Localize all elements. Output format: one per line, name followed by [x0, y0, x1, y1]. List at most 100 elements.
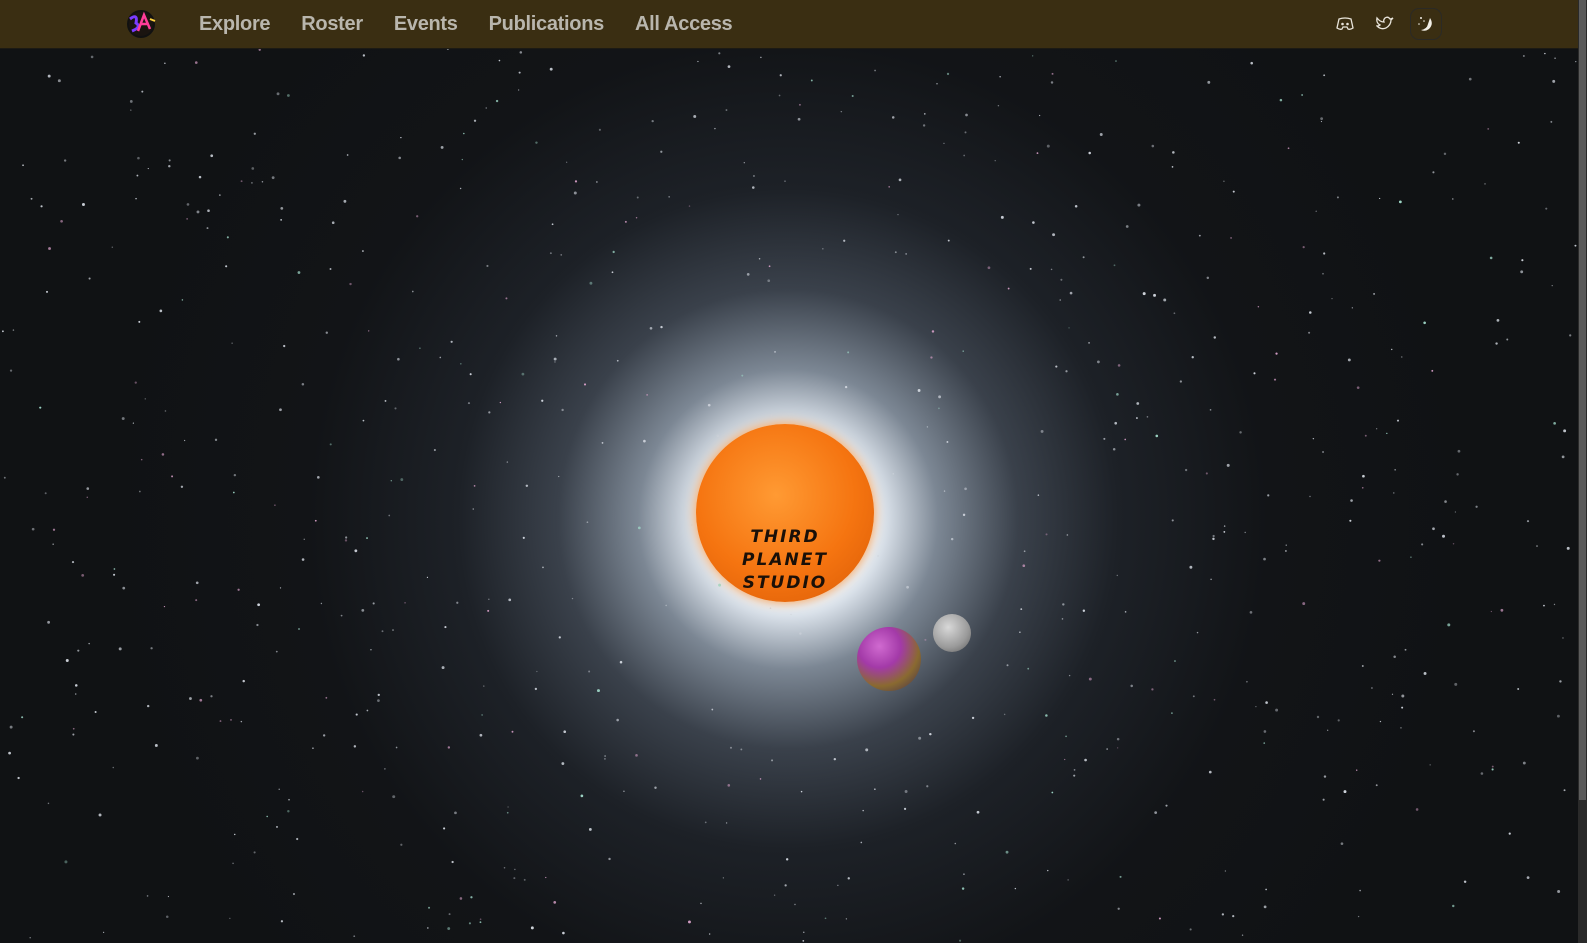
twitter-icon[interactable] — [1370, 9, 1400, 39]
star — [86, 487, 90, 490]
star — [1536, 545, 1538, 547]
star — [770, 414, 773, 417]
star — [1475, 505, 1478, 508]
star — [400, 478, 404, 481]
star — [1378, 559, 1381, 562]
star — [1088, 341, 1090, 344]
star — [1480, 772, 1484, 775]
star — [77, 649, 80, 652]
star — [1500, 608, 1504, 612]
star — [558, 636, 561, 639]
star — [130, 109, 132, 111]
star — [256, 623, 259, 627]
star — [167, 895, 170, 898]
star — [353, 935, 356, 938]
star — [150, 647, 153, 650]
star — [1429, 764, 1431, 766]
star — [331, 221, 335, 225]
star — [161, 453, 165, 456]
star — [1356, 386, 1360, 390]
star — [758, 257, 761, 260]
star — [469, 373, 472, 376]
star — [1135, 417, 1138, 419]
star — [1361, 486, 1364, 489]
nav-link-explore[interactable]: Explore — [199, 13, 271, 36]
star — [894, 251, 897, 254]
nav-link-publications[interactable]: Publications — [489, 13, 605, 36]
star — [1151, 144, 1155, 148]
planet[interactable] — [857, 627, 921, 691]
star — [473, 119, 477, 122]
star — [611, 271, 614, 274]
star — [1117, 907, 1120, 910]
star — [1309, 311, 1312, 314]
star — [518, 71, 521, 74]
nav-link-roster[interactable]: Roster — [301, 13, 363, 36]
star — [1562, 637, 1564, 639]
star — [1495, 342, 1498, 345]
star — [693, 114, 697, 118]
star — [353, 745, 357, 748]
star — [1322, 450, 1325, 453]
star — [94, 710, 97, 713]
star — [1069, 291, 1073, 295]
star — [164, 62, 166, 64]
star — [9, 725, 13, 729]
star — [651, 119, 654, 123]
star — [57, 79, 61, 83]
star — [898, 178, 902, 182]
star — [288, 798, 290, 801]
star — [1452, 543, 1455, 545]
star — [1205, 472, 1208, 475]
star — [601, 441, 604, 444]
star — [112, 766, 115, 769]
star — [1336, 196, 1339, 199]
nav-link-all-access[interactable]: All Access — [635, 13, 733, 36]
star — [964, 131, 967, 134]
star — [1490, 610, 1493, 613]
theme-toggle-button[interactable] — [1410, 8, 1442, 40]
star — [1520, 270, 1524, 274]
star — [298, 628, 300, 630]
star — [560, 254, 563, 256]
logo[interactable] — [124, 5, 158, 41]
sun-logo[interactable]: THIRD PLANET STUDIO — [696, 424, 874, 602]
nav-link-events[interactable]: Events — [394, 13, 458, 36]
star — [1106, 748, 1108, 750]
discord-icon[interactable] — [1330, 9, 1360, 39]
star — [1489, 256, 1493, 260]
scrollbar-thumb[interactable] — [1579, 0, 1586, 800]
star — [1050, 81, 1054, 84]
star — [926, 785, 929, 788]
star — [636, 196, 639, 199]
star — [459, 187, 462, 190]
star — [1496, 319, 1500, 322]
star — [416, 215, 419, 218]
star — [232, 862, 234, 865]
moon[interactable] — [933, 614, 971, 652]
star — [1116, 393, 1119, 396]
star — [903, 807, 907, 810]
star — [154, 744, 158, 747]
star — [366, 709, 369, 712]
star — [906, 585, 909, 589]
star — [1444, 500, 1447, 503]
star — [88, 642, 90, 645]
star — [63, 159, 67, 162]
star — [447, 746, 451, 749]
star — [1391, 348, 1393, 351]
star — [1065, 735, 1067, 738]
star — [1279, 98, 1283, 102]
star — [240, 180, 243, 183]
star — [1456, 473, 1459, 476]
star — [708, 933, 711, 935]
star — [784, 884, 787, 887]
star — [1212, 537, 1215, 541]
star — [943, 142, 945, 145]
star — [523, 878, 526, 881]
star — [1023, 550, 1026, 553]
star — [773, 894, 776, 896]
star — [508, 598, 512, 602]
star — [279, 587, 282, 589]
star — [954, 842, 957, 845]
